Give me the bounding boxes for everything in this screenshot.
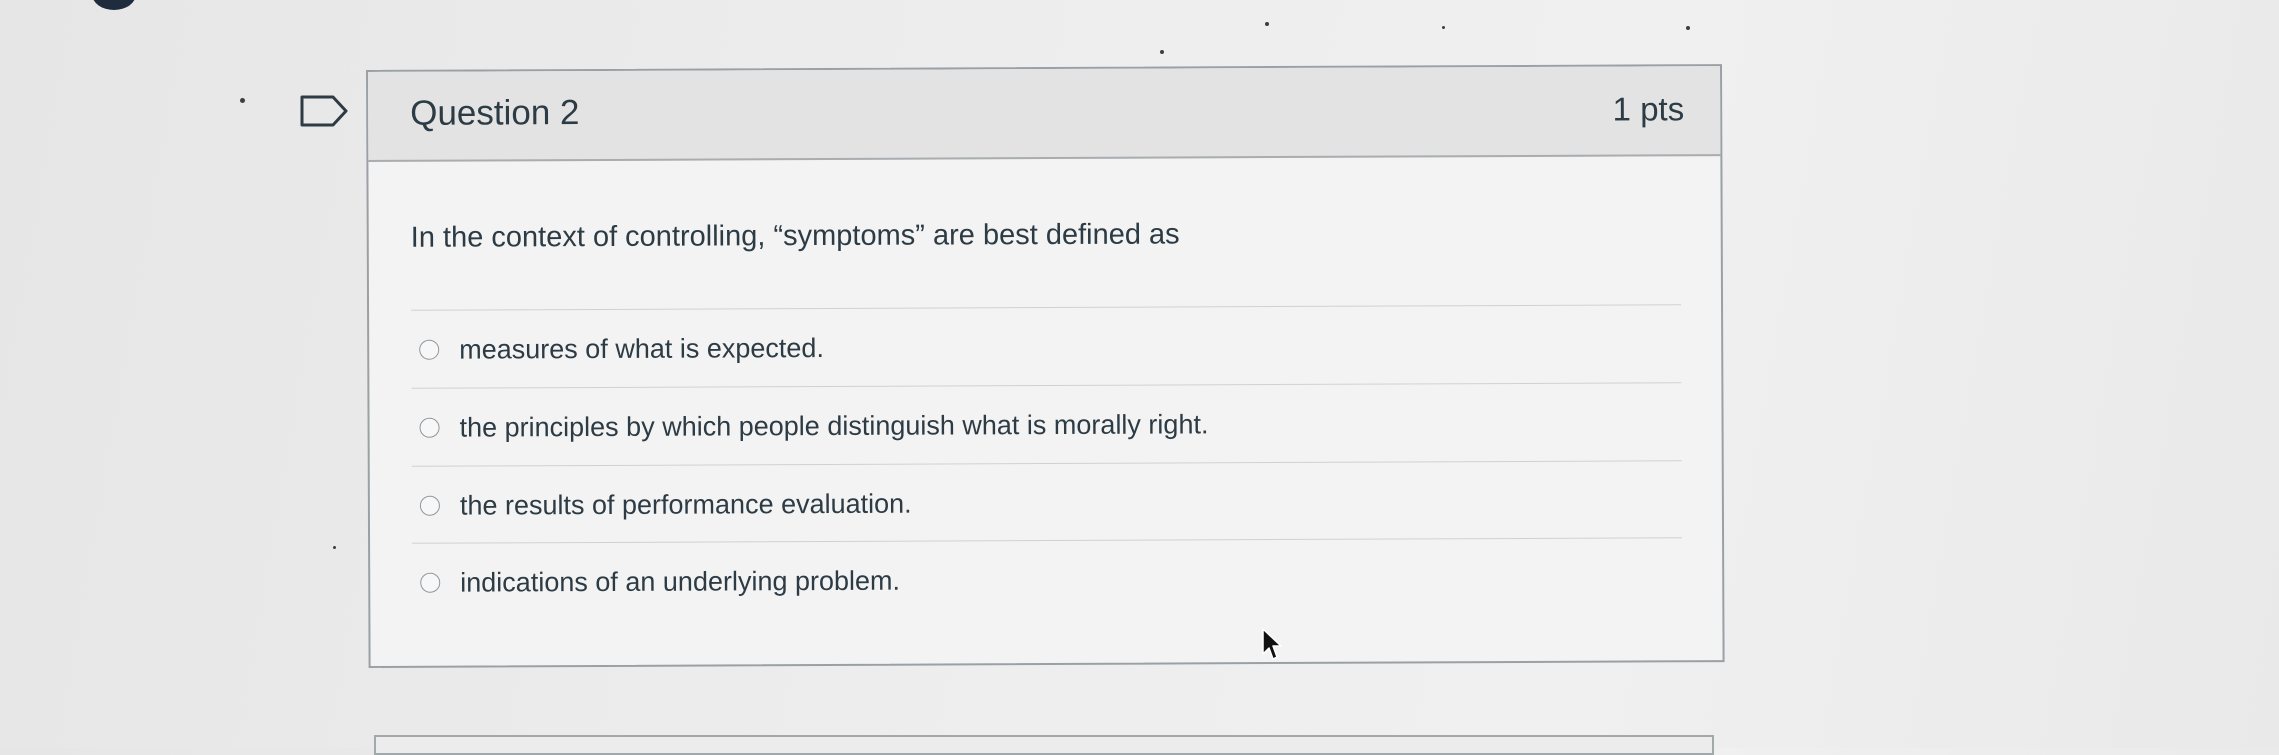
question-points: 1 pts [1612,90,1685,128]
screen-speck [240,98,245,103]
radio-button[interactable] [419,417,440,438]
answer-label[interactable]: measures of what is expected. [459,333,824,366]
answer-label[interactable]: the results of performance evaluation. [460,488,912,521]
flag-question-icon[interactable] [300,94,350,128]
answer-label[interactable]: indications of an underlying problem. [460,565,900,598]
radio-button[interactable] [420,572,441,593]
answer-option-2[interactable]: the principles by which people distingui… [419,404,1208,447]
answer-option-4[interactable]: indications of an underlying problem. [420,561,900,603]
radio-button[interactable] [419,339,440,360]
question-prompt: In the context of controlling, “symptoms… [410,218,1180,254]
radio-button[interactable] [419,495,440,516]
answer-divider [411,304,1682,311]
mouse-pointer-icon [1262,628,1282,660]
corner-icon [92,0,136,10]
screen-speck [1265,22,1269,26]
screen-speck [333,546,336,549]
answer-divider [411,382,1682,389]
screen-speck [1442,26,1445,29]
next-question-card [374,735,1714,755]
answer-divider [411,460,1682,467]
answer-label[interactable]: the principles by which people distingui… [459,409,1208,443]
question-header: Question 2 1 pts [368,66,1721,162]
answer-divider [412,537,1683,544]
answer-option-1[interactable]: measures of what is expected. [419,328,824,370]
screen-speck [1160,50,1164,54]
answer-option-3[interactable]: the results of performance evaluation. [419,484,912,526]
question-card: Question 2 1 pts In the context of contr… [366,64,1725,668]
question-title: Question 2 [410,93,580,133]
screen-speck [1686,26,1690,30]
